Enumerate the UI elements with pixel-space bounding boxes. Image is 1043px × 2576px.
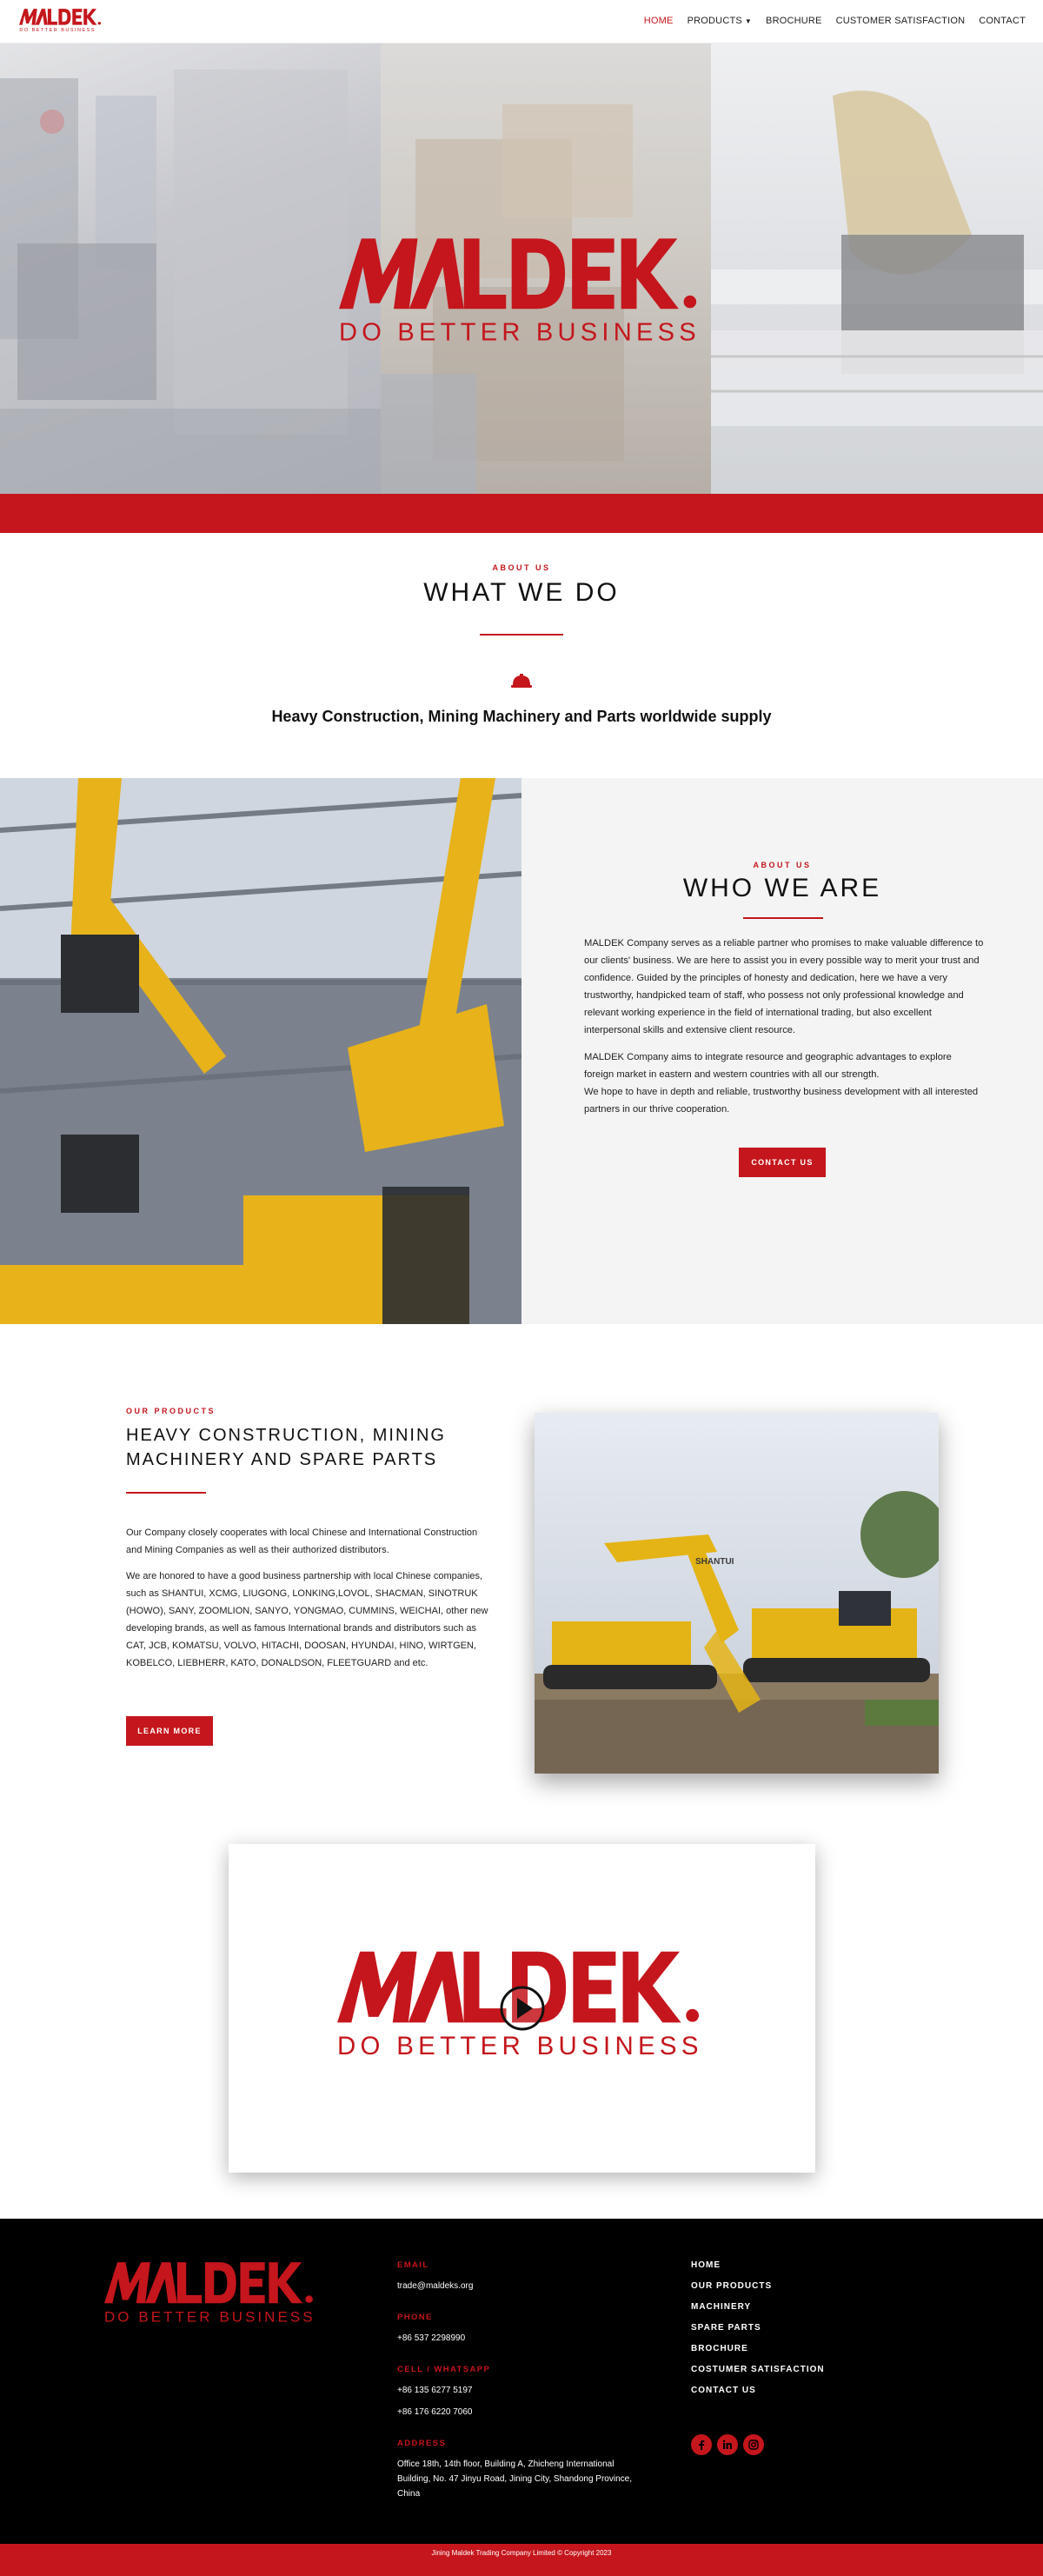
divider xyxy=(126,1492,206,1494)
svg-text:DO BETTER BUSINESS: DO BETTER BUSINESS xyxy=(104,2308,316,2325)
our-products-section: OUR PRODUCTS HEAVY CONSTRUCTION, MINING … xyxy=(0,1324,1043,1846)
svg-text:DO BETTER BUSINESS: DO BETTER BUSINESS xyxy=(337,2032,703,2060)
facebook-icon[interactable] xyxy=(691,2434,712,2455)
footer-link-spare-parts[interactable]: SPARE PARTS xyxy=(691,2323,908,2333)
linkedin-icon[interactable] xyxy=(717,2434,738,2455)
address-label: ADDRESS xyxy=(397,2439,447,2448)
paragraph: We are honored to have a good business p… xyxy=(126,1571,488,1668)
maldek-logo-small[interactable]: DO BETTER BUSINESS xyxy=(19,8,103,34)
copyright-bar: Jining Maldek Trading Company Limited © … xyxy=(0,2544,1043,2576)
maldek-logo-footer[interactable]: DO BETTER BUSINESS xyxy=(104,2260,317,2326)
footer-link-home[interactable]: HOME xyxy=(691,2260,908,2270)
phone-value[interactable]: +86 537 2298990 xyxy=(397,2331,649,2346)
excavators-illustration: SHANTUI xyxy=(535,1413,939,1774)
section-eyebrow: OUR PRODUCTS xyxy=(126,1407,216,1415)
nav-item-products[interactable]: PRODUCTS ▼ xyxy=(688,16,752,26)
svg-text:DO BETTER BUSINESS: DO BETTER BUSINESS xyxy=(19,28,96,33)
email-label: EMAIL xyxy=(397,2260,429,2270)
footer-links-column: HOME OUR PRODUCTS MACHINERY SPARE PARTS … xyxy=(691,2260,908,2406)
products-text: Our Company closely cooperates with loca… xyxy=(126,1524,491,1681)
paragraph: MALDEK Company serves as a reliable part… xyxy=(584,938,984,1035)
main-nav: HOME PRODUCTS ▼ BROCHURE CUSTOMER SATISFA… xyxy=(644,16,1026,26)
section-eyebrow: ABOUT US xyxy=(753,861,812,869)
nav-item-contact[interactable]: CONTACT xyxy=(979,16,1026,26)
machine-brand-label: SHANTUI xyxy=(695,1557,734,1567)
cell-label: CELL / WHATSAPP xyxy=(397,2365,491,2374)
who-we-are-section: ABOUT US WHO WE ARE MALDEK Company serve… xyxy=(522,778,1043,1324)
cell-value[interactable]: +86 135 6277 5197 xyxy=(397,2383,649,2398)
divider xyxy=(743,917,823,919)
hero-red-band xyxy=(0,494,1043,533)
instagram-icon[interactable] xyxy=(743,2434,764,2455)
section-title: HEAVY CONSTRUCTION, MINING MACHINERY AND… xyxy=(126,1426,446,1469)
nav-item-brochure[interactable]: BROCHURE xyxy=(766,16,822,26)
paragraph: MALDEK Company aims to integrate resourc… xyxy=(584,1052,952,1080)
footer-link-costumer-satisfaction[interactable]: COSTUMER SATISFACTION xyxy=(691,2365,908,2374)
nav-item-products-label: PRODUCTS xyxy=(687,16,742,26)
hero-banner: DO BETTER BUSINESS xyxy=(0,43,1043,494)
paragraph: Our Company closely cooperates with loca… xyxy=(126,1528,478,1555)
email-link[interactable]: trade@maldeks.org xyxy=(397,2279,649,2293)
video-player[interactable]: DO BETTER BUSINESS xyxy=(229,1844,815,2173)
cell-value[interactable]: +86 176 6220 7060 xyxy=(397,2405,649,2420)
phone-label: PHONE xyxy=(397,2313,433,2322)
address-value: Office 18th, 14th floor, Building A, Zhi… xyxy=(397,2460,632,2499)
chevron-down-icon: ▼ xyxy=(744,17,753,25)
helmet-icon xyxy=(511,674,532,688)
footer-link-contact-us[interactable]: CONTACT US xyxy=(691,2386,908,2395)
section-tagline: Heavy Construction, Mining Machinery and… xyxy=(271,708,772,725)
maldek-logo-hero: DO BETTER BUSINESS xyxy=(339,238,701,347)
section-title: WHO WE ARE xyxy=(682,874,882,902)
learn-more-button[interactable]: LEARN MORE xyxy=(126,1716,213,1746)
factory-illustration xyxy=(0,778,522,1324)
excavator-factory-image xyxy=(0,778,522,1324)
social-links xyxy=(691,2434,764,2455)
footer-contact-column: EMAIL trade@maldeks.org PHONE +86 537 22… xyxy=(397,2260,649,2520)
nav-item-customer-satisfaction[interactable]: CUSTOMER SATISFACTION xyxy=(836,16,966,26)
divider xyxy=(480,634,563,636)
section-eyebrow: ABOUT US xyxy=(492,563,551,572)
excavators-lot-image: SHANTUI xyxy=(535,1413,939,1774)
footer-link-machinery[interactable]: MACHINERY xyxy=(691,2302,908,2312)
site-footer: DO BETTER BUSINESS EMAIL trade@maldeks.o… xyxy=(0,2219,1043,2544)
what-we-do-section: ABOUT US WHAT WE DO Heavy Construction, … xyxy=(0,533,1043,778)
play-icon[interactable] xyxy=(499,1985,546,2032)
footer-link-brochure[interactable]: BROCHURE xyxy=(691,2344,908,2353)
svg-text:DO BETTER BUSINESS: DO BETTER BUSINESS xyxy=(339,319,701,347)
footer-link-our-products[interactable]: OUR PRODUCTS xyxy=(691,2281,908,2291)
nav-item-home[interactable]: HOME xyxy=(644,16,674,26)
site-header: DO BETTER BUSINESS HOME PRODUCTS ▼ BROCHU… xyxy=(0,0,1043,43)
paragraph: We hope to have in depth and reliable, t… xyxy=(584,1087,979,1115)
who-we-are-text: MALDEK Company serves as a reliable part… xyxy=(584,935,984,1128)
section-title: WHAT WE DO xyxy=(423,578,620,607)
contact-us-button[interactable]: CONTACT US xyxy=(739,1148,826,1177)
